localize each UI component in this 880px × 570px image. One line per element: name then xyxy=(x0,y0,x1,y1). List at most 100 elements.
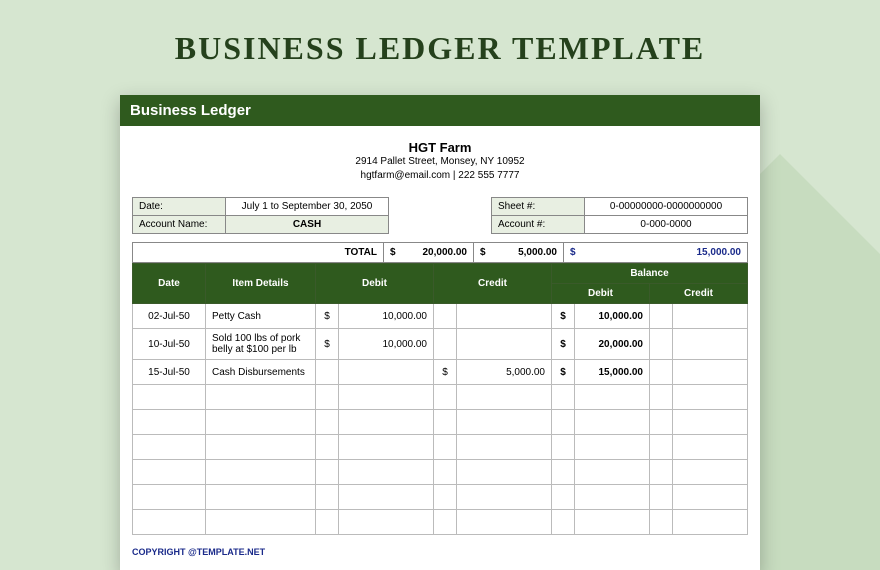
table-row: 10-Jul-50Sold 100 lbs of pork belly at $… xyxy=(133,329,748,360)
cell-date xyxy=(133,510,206,535)
cell-credit-cur xyxy=(434,435,457,460)
cell-credit xyxy=(457,385,552,410)
totals-debit-value: 20,000.00 xyxy=(423,247,468,258)
totals-row: TOTAL $ 20,000.00 $ 5,000.00 $ 15,000.00 xyxy=(132,242,748,263)
totals-credit-cur: $ xyxy=(480,247,486,258)
cell-bal-debit-cur xyxy=(552,435,575,460)
cell-debit-cur: $ xyxy=(316,329,339,360)
cell-credit xyxy=(457,510,552,535)
table-row xyxy=(133,410,748,435)
cell-bal-debit xyxy=(575,385,650,410)
cell-date xyxy=(133,460,206,485)
cell-date xyxy=(133,435,206,460)
cell-bal-credit-cur xyxy=(650,385,673,410)
table-row: 02-Jul-50Petty Cash$10,000.00$10,000.00 xyxy=(133,304,748,329)
cell-bal-credit xyxy=(673,410,748,435)
cell-bal-credit-cur xyxy=(650,360,673,385)
table-row: 15-Jul-50Cash Disbursements$5,000.00$15,… xyxy=(133,360,748,385)
cell-credit xyxy=(457,460,552,485)
cell-bal-debit-cur xyxy=(552,460,575,485)
cell-bal-debit-cur: $ xyxy=(552,304,575,329)
cell-item: Petty Cash xyxy=(206,304,316,329)
totals-credit-value: 5,000.00 xyxy=(518,247,557,258)
totals-label: TOTAL xyxy=(132,242,384,263)
cell-credit-cur xyxy=(434,485,457,510)
cell-bal-credit-cur xyxy=(650,410,673,435)
cell-credit-cur xyxy=(434,329,457,360)
cell-bal-debit-cur xyxy=(552,485,575,510)
account-number-value: 0-000-0000 xyxy=(585,216,748,234)
cell-credit xyxy=(457,435,552,460)
cell-credit-cur xyxy=(434,510,457,535)
col-balance-credit: Credit xyxy=(650,284,748,304)
cell-bal-credit-cur xyxy=(650,435,673,460)
cell-item: Sold 100 lbs of pork belly at $100 per l… xyxy=(206,329,316,360)
cell-bal-credit xyxy=(673,510,748,535)
date-value: July 1 to September 30, 2050 xyxy=(226,198,389,216)
cell-debit xyxy=(339,510,434,535)
cell-bal-credit-cur xyxy=(650,304,673,329)
cell-credit-cur xyxy=(434,460,457,485)
col-balance: Balance xyxy=(552,264,748,284)
sheet-header-band: Business Ledger xyxy=(120,95,760,126)
cell-bal-debit xyxy=(575,485,650,510)
cell-bal-credit xyxy=(673,485,748,510)
cell-bal-credit-cur xyxy=(650,460,673,485)
cell-bal-debit: 15,000.00 xyxy=(575,360,650,385)
cell-bal-credit xyxy=(673,385,748,410)
cell-item xyxy=(206,410,316,435)
table-row xyxy=(133,510,748,535)
table-row xyxy=(133,460,748,485)
cell-bal-debit xyxy=(575,435,650,460)
company-address: 2914 Pallet Street, Monsey, NY 10952 xyxy=(120,155,760,169)
meta-right-table: Sheet #: 0-00000000-0000000000 Account #… xyxy=(491,197,748,234)
account-name-value: CASH xyxy=(226,216,389,234)
cell-debit xyxy=(339,460,434,485)
cell-bal-credit-cur xyxy=(650,485,673,510)
cell-bal-debit-cur: $ xyxy=(552,329,575,360)
cell-credit-cur xyxy=(434,385,457,410)
cell-credit-cur: $ xyxy=(434,360,457,385)
cell-debit xyxy=(339,385,434,410)
ledger-table: Date Item Details Debit Credit Balance D… xyxy=(132,263,748,535)
company-name: HGT Farm xyxy=(120,140,760,155)
cell-bal-credit xyxy=(673,460,748,485)
meta-block: Date: July 1 to September 30, 2050 Accou… xyxy=(132,197,748,234)
cell-bal-debit xyxy=(575,510,650,535)
cell-debit-cur xyxy=(316,410,339,435)
col-debit: Debit xyxy=(316,264,434,304)
cell-credit xyxy=(457,329,552,360)
ledger-sheet: Business Ledger HGT Farm 2914 Pallet Str… xyxy=(120,95,760,570)
cell-date xyxy=(133,485,206,510)
cell-bal-debit-cur: $ xyxy=(552,360,575,385)
cell-bal-debit xyxy=(575,460,650,485)
cell-credit xyxy=(457,485,552,510)
cell-item xyxy=(206,460,316,485)
cell-debit-cur: $ xyxy=(316,304,339,329)
cell-debit-cur xyxy=(316,460,339,485)
cell-bal-credit xyxy=(673,435,748,460)
cell-bal-credit xyxy=(673,304,748,329)
cell-date: 15-Jul-50 xyxy=(133,360,206,385)
cell-bal-debit: 20,000.00 xyxy=(575,329,650,360)
totals-balance-value: 15,000.00 xyxy=(697,247,742,258)
cell-credit-cur xyxy=(434,304,457,329)
cell-debit-cur xyxy=(316,360,339,385)
cell-item xyxy=(206,385,316,410)
cell-debit: 10,000.00 xyxy=(339,304,434,329)
cell-item xyxy=(206,485,316,510)
cell-debit-cur xyxy=(316,510,339,535)
cell-item xyxy=(206,510,316,535)
cell-bal-debit-cur xyxy=(552,410,575,435)
stage: BUSINESS LEDGER TEMPLATE Business Ledger… xyxy=(0,0,880,570)
sheet-number-label: Sheet #: xyxy=(492,198,585,216)
cell-debit xyxy=(339,360,434,385)
cell-bal-debit: 10,000.00 xyxy=(575,304,650,329)
cell-debit xyxy=(339,485,434,510)
col-credit: Credit xyxy=(434,264,552,304)
meta-left-table: Date: July 1 to September 30, 2050 Accou… xyxy=(132,197,389,234)
cell-debit xyxy=(339,435,434,460)
cell-credit-cur xyxy=(434,410,457,435)
cell-credit xyxy=(457,304,552,329)
totals-debit-cur: $ xyxy=(390,247,396,258)
